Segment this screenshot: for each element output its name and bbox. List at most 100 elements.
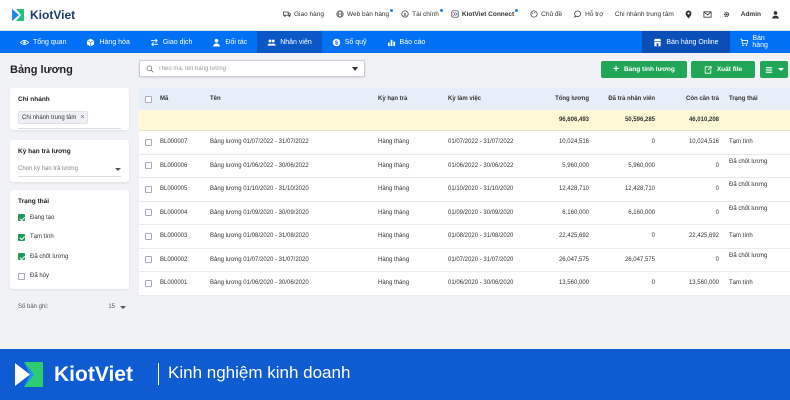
gear-icon[interactable] [722, 10, 731, 19]
cell-term: Hàng tháng [378, 280, 410, 287]
toplink-support[interactable]: Hỗ trợ [574, 10, 604, 18]
col-header-paid[interactable]: Đã trả nhân viên [579, 88, 655, 110]
cell-paid: 5,960,000 [628, 162, 655, 169]
row-checkbox[interactable] [145, 185, 152, 193]
nav-item-products[interactable]: Hàng hóa [76, 31, 139, 53]
table-row[interactable]: BL000004 Bảng lương 01/09/2020 - 30/09/20… [139, 202, 790, 225]
filter-branch-title: Chi nhánh [18, 96, 50, 103]
cell-status: Đã chốt lương [729, 252, 768, 259]
records-select[interactable]: 15 [108, 304, 126, 310]
cell-term: Hàng tháng [378, 256, 410, 263]
row-checkbox[interactable] [145, 162, 152, 170]
sell-button[interactable]: Bán hàng [730, 31, 790, 53]
col-header-status[interactable]: Trạng thái [729, 88, 758, 110]
cell-term: Hàng tháng [378, 162, 410, 169]
cell-period: 01/08/2020 - 31/08/2020 [448, 233, 514, 240]
branch-chip[interactable]: Chi nhánh trung tâm × [18, 111, 89, 124]
mail-icon[interactable] [703, 10, 712, 19]
cell-paid: 0 [651, 280, 655, 287]
chevron-down-icon[interactable] [352, 66, 358, 71]
chevron-down-icon [120, 305, 126, 309]
table-row[interactable]: BL000002 Bảng lương 01/07/2020 - 31/07/20… [139, 249, 790, 272]
nav-item-reports[interactable]: Báo cáo [377, 31, 436, 53]
nav-items: Tổng quan Hàng hóa Giao dịch Đối tác Nhâ… [10, 31, 435, 53]
row-checkbox[interactable] [145, 279, 152, 287]
globe-icon [336, 10, 344, 18]
cell-period: 01/07/2020 - 31/07/2020 [448, 256, 514, 263]
cart-icon [740, 38, 749, 46]
footer-banner: KiotViet Kinh nghiệm kinh doanh [0, 349, 790, 400]
period-select[interactable]: Chọn kỳ hạn trả lương [18, 166, 121, 172]
table-row[interactable]: BL000003 Bảng lương 01/08/2020 - 31/08/20… [139, 225, 790, 249]
cell-paid: 0 [651, 139, 655, 146]
cell-remaining: 0 [715, 186, 719, 193]
checkbox[interactable] [18, 233, 25, 241]
cell-period: 01/07/2022 - 31/07/2022 [448, 139, 514, 146]
user-icon[interactable] [771, 10, 780, 19]
status-option-finalized[interactable]: Đã chốt lương [18, 247, 121, 267]
nav-item-partners[interactable]: Đối tác [202, 31, 257, 53]
nav-item-overview[interactable]: Tổng quan [10, 31, 76, 53]
select-all-checkbox[interactable] [145, 95, 152, 103]
cell-term: Hàng tháng [378, 209, 410, 216]
nav-item-label: Nhân viên [280, 38, 312, 46]
toplink-connect[interactable]: KiotViet Connect [451, 9, 519, 18]
col-header-name[interactable]: Tên [210, 88, 221, 110]
cell-period: 01/09/2020 - 30/09/2020 [448, 209, 514, 216]
table-row[interactable]: BL000005 Bảng lương 01/10/2020 - 31/10/20… [139, 178, 790, 202]
brand-logo[interactable]: KiotViet [10, 7, 75, 23]
status-option-provisional[interactable]: Tạm tính [18, 228, 121, 248]
total-remaining-sum: 46,010,208 [688, 117, 719, 123]
checkbox[interactable] [18, 214, 25, 222]
table-row[interactable]: BL000001 Bảng lương 01/06/2020 - 30/06/20… [139, 272, 790, 296]
location-pin-icon[interactable] [684, 10, 693, 19]
cell-name: Bảng lương 01/07/2020 - 31/07/2020 [210, 256, 309, 263]
create-payroll-button[interactable]: + Bảng tính lương [601, 61, 687, 78]
cell-code: BL000001 [160, 280, 188, 287]
branch-selector[interactable]: Chi nhánh trung tâm [615, 11, 674, 18]
col-header-term[interactable]: Kỳ hạn trả [378, 88, 407, 110]
search-box [139, 60, 365, 77]
palette-icon [530, 10, 538, 18]
checkbox[interactable] [18, 253, 25, 261]
toplink-label: KiotViet Connect [461, 10, 515, 18]
status-option-cancelled[interactable]: Đã hủy [18, 267, 121, 287]
nav-item-label: Tổng quan [33, 38, 67, 46]
row-checkbox[interactable] [145, 209, 152, 217]
column-options-button[interactable] [760, 61, 788, 78]
export-button[interactable]: Xuất file [691, 61, 755, 78]
table-row[interactable]: BL000007 Bảng lương 01/07/2022 - 31/07/20… [139, 131, 790, 155]
col-header-code[interactable]: Mã [160, 88, 168, 110]
nav-item-cashbook[interactable]: $ Sổ quỹ [322, 31, 377, 53]
toplink-finance[interactable]: $ Tài chính [401, 9, 443, 18]
plus-icon: + [613, 63, 619, 75]
close-icon[interactable]: × [80, 114, 84, 121]
nav-item-label: Sổ quỹ [344, 38, 367, 46]
table-row[interactable]: BL000006 Bảng lương 01/06/2022 - 30/06/20… [139, 155, 790, 178]
row-checkbox[interactable] [145, 138, 152, 146]
chat-icon [574, 10, 582, 18]
toplink-label: Giao hàng [294, 10, 324, 18]
user-menu[interactable]: Admin [741, 11, 761, 18]
row-checkbox[interactable] [145, 232, 152, 240]
toplink-website[interactable]: Web bán hàng [336, 9, 394, 18]
cell-term: Hàng tháng [378, 233, 410, 240]
search-input[interactable] [158, 65, 352, 72]
nav-item-transactions[interactable]: Giao dịch [140, 31, 203, 53]
toplink-theme[interactable]: Chủ đề [530, 10, 562, 18]
toplink-label: Web bán hàng [347, 10, 390, 18]
toplink-delivery[interactable]: Giao hàng [283, 10, 324, 18]
nav-item-staff[interactable]: Nhân viên [257, 31, 322, 53]
status-option-creating[interactable]: Đang tạo [18, 208, 121, 228]
col-header-remaining[interactable]: Còn cần trả [649, 88, 719, 110]
sell-online-button[interactable]: Bán hàng Online [642, 31, 730, 53]
col-header-period[interactable]: Kỳ làm việc [448, 88, 481, 110]
row-checkbox[interactable] [145, 256, 152, 264]
divider [18, 128, 121, 129]
checkbox[interactable] [18, 272, 25, 280]
status-option-label: Đã chốt lương [30, 253, 69, 260]
sell-online-label: Bán hàng Online [666, 38, 719, 46]
records-per-page: Số bản ghi: 15 [18, 304, 128, 310]
brand-name: KiotViet [30, 8, 76, 22]
cell-name: Bảng lương 01/09/2020 - 30/09/2020 [210, 209, 309, 216]
